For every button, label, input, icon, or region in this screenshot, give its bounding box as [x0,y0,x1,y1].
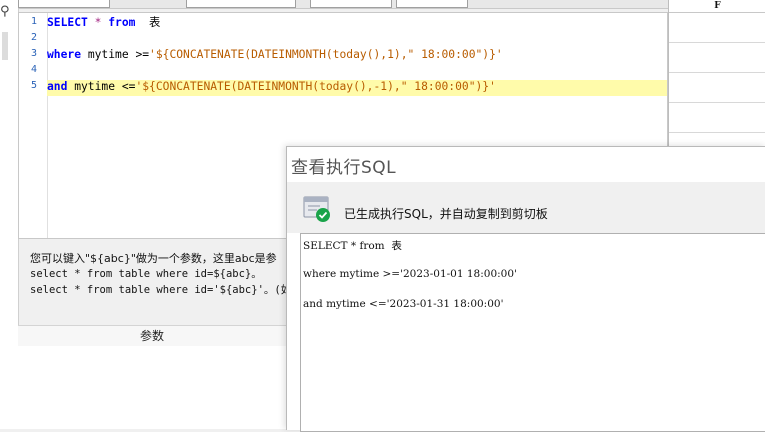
params-header[interactable]: 参数 [18,325,286,347]
hint-line-2: select * from table where id=${abc}。 [30,268,262,280]
hint-line-3: select * from table where id='${abc}'。(如… [30,284,302,296]
grid-row-line [669,132,765,133]
operator: <= [121,80,136,93]
params-table[interactable] [18,346,286,429]
sql-output-line: and mytime <='2023-01-31 18:00:00' [303,298,504,310]
code-text: mytime [81,48,136,61]
dialog-message: 已生成执行SQL，并自动复制到剪切板 [344,207,548,221]
keyword: where [47,48,82,61]
toolbar-button[interactable] [396,0,468,8]
code-text: mytime [67,80,122,93]
keyword: and [47,80,68,93]
operator: >= [135,48,150,61]
sql-success-icon [303,196,330,222]
dialog-message-area: 已生成执行SQL，并自动复制到剪切板 [287,182,765,233]
keyword: from [108,16,136,29]
line-number-gutter: 1 2 3 4 5 [19,13,48,238]
left-scrollbar-thumb[interactable] [2,32,8,60]
code-line-3: where mytime >='${CONCATENATE(DATEINMONT… [47,47,503,63]
dialog-title: 查看执行SQL [291,158,397,178]
line-number: 4 [30,64,37,75]
line-number: 3 [30,48,37,59]
column-header-f[interactable]: F [669,0,765,13]
toolbar-field[interactable] [310,0,392,8]
line-number: 2 [30,32,37,43]
string-literal: '${CONCATENATE(DATEINMONTH(today(),-1),"… [135,80,496,93]
sql-output-line: where mytime >='2023-01-01 18:00:00' [303,268,517,280]
sql-output-line: SELECT * from 表 [303,240,402,252]
code-line-5: and mytime <='${CONCATENATE(DATEINMONTH(… [47,79,496,95]
grid-row-line [669,42,765,43]
search-icon[interactable]: ⚲ [0,4,10,19]
grid-row-line [669,72,765,73]
grid-row-line [669,102,765,103]
keyword: SELECT [47,16,88,29]
line-number: 1 [30,16,37,27]
executed-sql-textarea[interactable]: SELECT * from 表 where mytime >='2023-01-… [300,233,765,432]
toolbar [18,0,668,9]
string-literal: '${CONCATENATE(DATEINMONTH(today(),1)," … [149,48,503,61]
code-text: 表 [135,16,161,29]
code-line-1: SELECT * from 表 [47,15,160,31]
left-panel-strip: ⚲ [0,0,19,429]
view-executed-sql-dialog: 查看执行SQL 已生成执行SQL，并自动复制到剪切板 SELECT * from… [286,146,765,432]
toolbar-dropdown[interactable] [186,0,296,8]
toolbar-control[interactable] [18,0,110,8]
hint-line-1: 您可以键入"${abc}"做为一个参数，这里abc是参 [30,252,277,265]
spreadsheet-grid[interactable]: F [668,0,765,146]
operator: * [87,16,109,29]
line-number: 5 [30,80,37,91]
